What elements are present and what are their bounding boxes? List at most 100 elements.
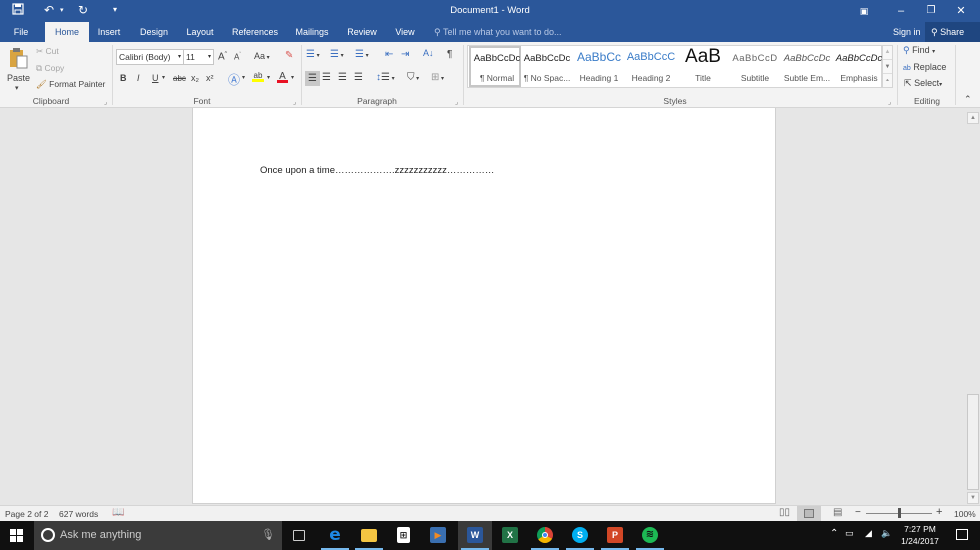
restore-icon[interactable]: ❐ bbox=[916, 2, 946, 20]
tab-design[interactable]: Design bbox=[134, 22, 174, 42]
style-heading-1[interactable]: AaBbCc Heading 1 bbox=[573, 46, 625, 87]
page-count[interactable]: Page 2 of 2 bbox=[5, 509, 48, 519]
taskbar-app-excel[interactable]: X bbox=[493, 521, 527, 550]
scroll-down-icon[interactable]: ▼ bbox=[967, 492, 979, 504]
tell-me-input[interactable]: ⚲ Tell me what you want to do... bbox=[434, 22, 562, 42]
text-effects-icon[interactable]: Ⓐ bbox=[228, 71, 240, 88]
battery-icon[interactable]: ▭ bbox=[845, 528, 854, 539]
tab-layout[interactable]: Layout bbox=[181, 22, 219, 42]
show-formatting-marks-icon[interactable]: ¶ bbox=[447, 49, 452, 60]
wifi-icon[interactable]: ◢ bbox=[865, 528, 872, 539]
document-text[interactable]: Once upon a time……………….zzzzzzzzzzz…………… bbox=[260, 165, 494, 176]
zoom-in-icon[interactable]: + bbox=[936, 506, 942, 518]
clear-formatting-icon[interactable]: ✎ bbox=[285, 50, 293, 61]
taskbar-app-chrome[interactable] bbox=[528, 521, 562, 550]
collapse-ribbon-icon[interactable]: ⌃ bbox=[964, 94, 972, 105]
minimize-icon[interactable]: – bbox=[886, 2, 916, 20]
increase-indent-icon[interactable]: ⇥ bbox=[401, 49, 409, 60]
bold-button[interactable]: B bbox=[120, 73, 127, 83]
style-subtitle[interactable]: AaBbCcD Subtitle bbox=[729, 46, 781, 87]
multilevel-list-icon[interactable]: ☰ ▾ bbox=[355, 49, 369, 60]
replace-button[interactable]: ab Replace bbox=[903, 62, 946, 72]
share-button[interactable]: ⚲ Share bbox=[925, 22, 980, 42]
styles-launcher-icon[interactable]: ⌟ bbox=[888, 98, 891, 106]
web-layout-icon[interactable]: ▤ bbox=[833, 507, 842, 518]
microphone-icon[interactable]: 🎙 bbox=[261, 521, 275, 550]
read-mode-icon[interactable]: ▯▯ bbox=[779, 507, 790, 518]
cortana-search-box[interactable]: Ask me anything 🎙 bbox=[34, 521, 282, 550]
gallery-scroll-up-icon[interactable]: ▲ bbox=[883, 46, 892, 59]
justify-icon[interactable]: ☰ bbox=[354, 72, 363, 83]
zoom-level[interactable]: 100% bbox=[954, 509, 976, 519]
font-color-button[interactable]: A bbox=[277, 71, 288, 83]
bullets-icon[interactable]: ☰ ▾ bbox=[306, 49, 320, 60]
sign-in-link[interactable]: Sign in bbox=[893, 22, 921, 42]
paste-button[interactable]: Paste ▾ bbox=[5, 45, 33, 93]
tab-insert[interactable]: Insert bbox=[92, 22, 126, 42]
tab-review[interactable]: Review bbox=[343, 22, 381, 42]
taskbar-app-powerpoint[interactable]: P bbox=[598, 521, 632, 550]
taskbar-app-media-player[interactable]: ▶ bbox=[421, 521, 455, 550]
scroll-up-icon[interactable]: ▲ bbox=[967, 112, 979, 124]
tab-mailings[interactable]: Mailings bbox=[290, 22, 334, 42]
sort-icon[interactable]: A↓ bbox=[423, 48, 434, 58]
scrollbar-thumb[interactable] bbox=[967, 394, 979, 490]
taskbar-app-store[interactable]: ⊞ bbox=[386, 521, 420, 550]
align-left-icon[interactable]: ☰ bbox=[305, 71, 320, 86]
word-count[interactable]: 627 words bbox=[59, 509, 98, 519]
style-no-spacing[interactable]: AaBbCcDc ¶ No Spac... bbox=[521, 46, 573, 87]
proofing-icon[interactable]: 📖 bbox=[112, 507, 124, 518]
change-case-button[interactable]: Aa ▾ bbox=[254, 51, 270, 61]
chevron-down-icon[interactable]: ▾ bbox=[291, 74, 294, 81]
font-name-combo[interactable]: Calibri (Body) ▾ bbox=[116, 49, 184, 65]
style-heading-2[interactable]: AaBbCcC Heading 2 bbox=[625, 46, 677, 87]
taskbar-app-edge[interactable]: e bbox=[318, 521, 352, 550]
select-button[interactable]: ⇱ Select▾ bbox=[904, 78, 942, 89]
volume-icon[interactable]: 🔈 bbox=[881, 528, 892, 539]
chevron-down-icon[interactable]: ▾ bbox=[267, 74, 270, 81]
align-center-icon[interactable]: ☰ bbox=[322, 72, 331, 83]
print-layout-button[interactable] bbox=[797, 506, 821, 521]
taskbar-app-file-explorer[interactable] bbox=[352, 521, 386, 550]
tab-view[interactable]: View bbox=[390, 22, 420, 42]
chevron-down-icon[interactable]: ▾ bbox=[242, 74, 245, 81]
borders-icon[interactable]: ⊞ ▾ bbox=[431, 72, 444, 83]
shading-icon[interactable]: ⛉ ▾ bbox=[407, 72, 419, 83]
font-launcher-icon[interactable]: ⌟ bbox=[293, 98, 296, 106]
gallery-scroll-down-icon[interactable]: ▼ bbox=[883, 59, 892, 73]
clipboard-launcher-icon[interactable]: ⌟ bbox=[104, 98, 107, 106]
close-icon[interactable]: ✕ bbox=[946, 2, 976, 20]
style-emphasis[interactable]: AaBbCcDc Emphasis bbox=[833, 46, 885, 87]
line-spacing-icon[interactable]: ↕☰ ▾ bbox=[376, 72, 395, 83]
paragraph-launcher-icon[interactable]: ⌟ bbox=[455, 98, 458, 106]
tab-home[interactable]: Home bbox=[45, 22, 89, 42]
decrease-indent-icon[interactable]: ⇤ bbox=[385, 49, 393, 60]
taskbar-app-word[interactable]: W bbox=[458, 521, 492, 550]
find-button[interactable]: ⚲ Find ▾ bbox=[903, 45, 935, 56]
style-subtle-emphasis[interactable]: AaBbCcDc Subtle Em... bbox=[781, 46, 833, 87]
taskbar-app-spotify[interactable]: ≋ bbox=[633, 521, 667, 550]
document-page[interactable]: Once upon a time……………….zzzzzzzzzzz…………… bbox=[192, 108, 776, 504]
style-title[interactable]: AaB Title bbox=[677, 46, 729, 87]
windows-start-icon[interactable] bbox=[10, 529, 23, 544]
tab-file[interactable]: File bbox=[6, 22, 36, 42]
grow-font-icon[interactable]: A^ bbox=[218, 51, 227, 62]
zoom-out-icon[interactable]: − bbox=[855, 507, 861, 518]
align-right-icon[interactable]: ☰ bbox=[338, 72, 347, 83]
task-view-button[interactable] bbox=[282, 521, 316, 550]
action-center-icon[interactable] bbox=[956, 529, 968, 540]
cut-button[interactable]: ✂ Cut bbox=[36, 46, 59, 57]
italic-button[interactable]: I bbox=[137, 73, 140, 83]
subscript-button[interactable]: x₂ bbox=[191, 73, 199, 83]
highlight-color-button[interactable]: ab bbox=[252, 71, 264, 82]
clock[interactable]: 7:27 PM 1/24/2017 bbox=[895, 523, 945, 547]
copy-button[interactable]: ⧉ Copy bbox=[36, 63, 64, 74]
font-size-combo[interactable]: 11 ▾ bbox=[183, 49, 214, 65]
style-normal[interactable]: AaBbCcDc ¶ Normal bbox=[469, 46, 521, 87]
underline-button[interactable]: U bbox=[152, 73, 159, 83]
zoom-slider-thumb[interactable] bbox=[897, 508, 901, 518]
paste-dropdown-icon[interactable]: ▾ bbox=[15, 84, 19, 92]
underline-dropdown-icon[interactable]: ▾ bbox=[162, 74, 165, 81]
taskbar-app-skype[interactable]: S bbox=[563, 521, 597, 550]
shrink-font-icon[interactable]: Aˇ bbox=[234, 52, 241, 62]
